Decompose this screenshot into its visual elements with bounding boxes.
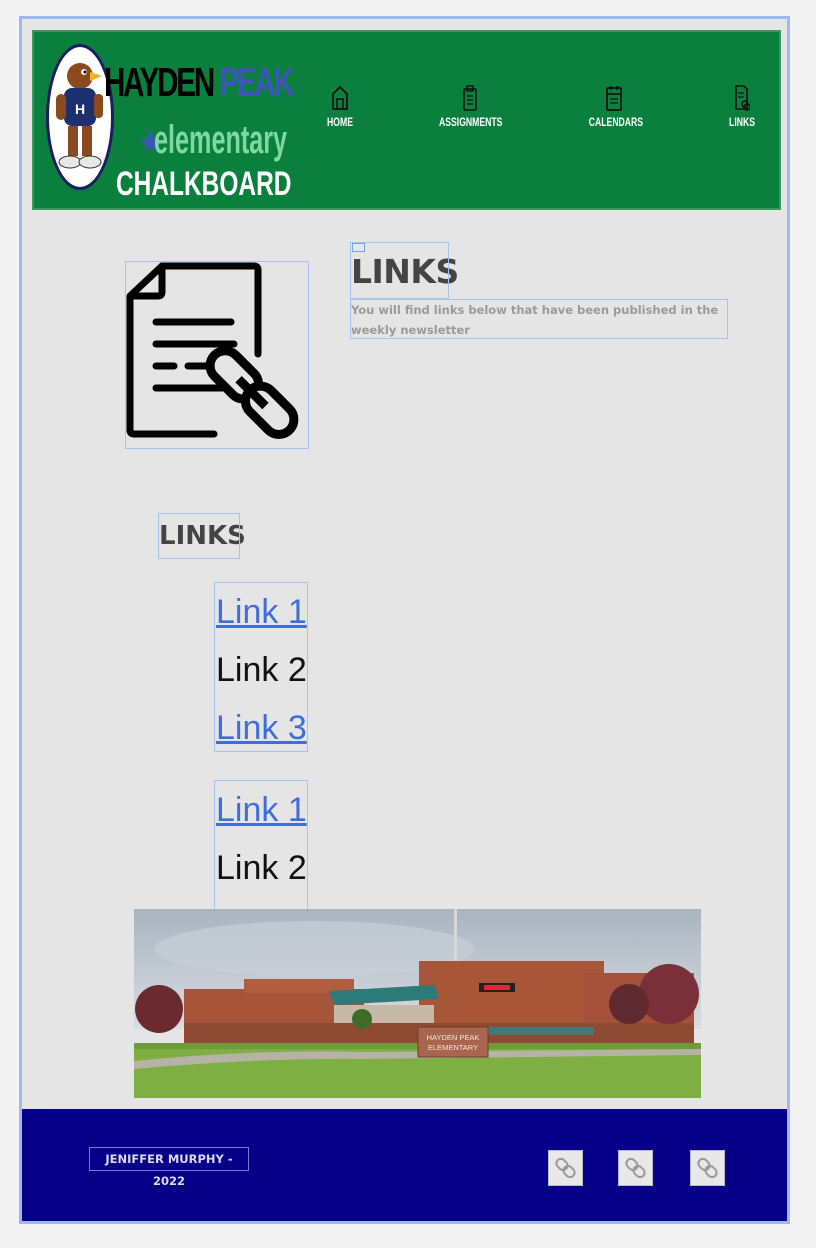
nav-links[interactable]: LINKS (722, 85, 762, 129)
nav-assignments[interactable]: ASSIGNMENTS (427, 85, 513, 129)
page-frame: H HAYDEN PEAK ★ elementary CHALKBOARD HO… (19, 16, 790, 1224)
logo-tagline: CHALKBOARD (116, 165, 292, 203)
site-header: H HAYDEN PEAK ★ elementary CHALKBOARD HO… (32, 30, 781, 210)
page-description: You will find links below that have been… (350, 299, 728, 339)
document-link-icon (125, 261, 309, 449)
school-sign-line1: HAYDEN PEAK (427, 1033, 480, 1042)
document-link-icon (735, 85, 750, 111)
clipboard-icon (463, 85, 477, 111)
footer-link-button-3[interactable] (690, 1150, 725, 1186)
home-icon (332, 85, 348, 110)
nav-home[interactable]: HOME (320, 85, 360, 129)
link-1[interactable]: Link 1 (215, 583, 307, 641)
link-icon (555, 1157, 576, 1179)
link-list-secondary: Link 1 Link 2 Link 3 (214, 780, 308, 910)
link-1[interactable]: Link 1 (215, 781, 307, 839)
site-footer: JENIFFER MURPHY - 2022 (22, 1109, 787, 1221)
footer-link-button-1[interactable] (548, 1150, 583, 1186)
calendar-icon (606, 86, 622, 111)
link-2[interactable]: Link 2 (215, 641, 307, 699)
element-tag-icon (352, 243, 365, 252)
logo-subtitle: elementary (154, 118, 288, 162)
page-title: LINKS (350, 242, 459, 299)
link-list-primary: Link 1 Link 2 Link 3 (214, 582, 308, 752)
school-logo[interactable]: H HAYDEN PEAK ★ elementary CHALKBOARD (46, 40, 295, 205)
link-2[interactable]: Link 2 (215, 839, 307, 897)
link-3[interactable]: Link 3 (215, 897, 307, 909)
link-icon (625, 1157, 646, 1179)
links-section-heading: LINKS (158, 513, 246, 559)
svg-text:H: H (75, 101, 85, 117)
footer-link-button-2[interactable] (618, 1150, 653, 1186)
hawk-mascot-icon: H (56, 63, 103, 169)
school-building-photo: HAYDEN PEAK ELEMENTARY (134, 909, 701, 1098)
nav-calendars[interactable]: CALENDARS (579, 85, 649, 129)
link-3[interactable]: Link 3 (215, 699, 307, 757)
school-sign-line2: ELEMENTARY (428, 1043, 478, 1052)
footer-credit: JENIFFER MURPHY - 2022 (89, 1147, 249, 1188)
link-icon (697, 1157, 718, 1179)
logo-title: HAYDEN PEAK (104, 59, 295, 105)
